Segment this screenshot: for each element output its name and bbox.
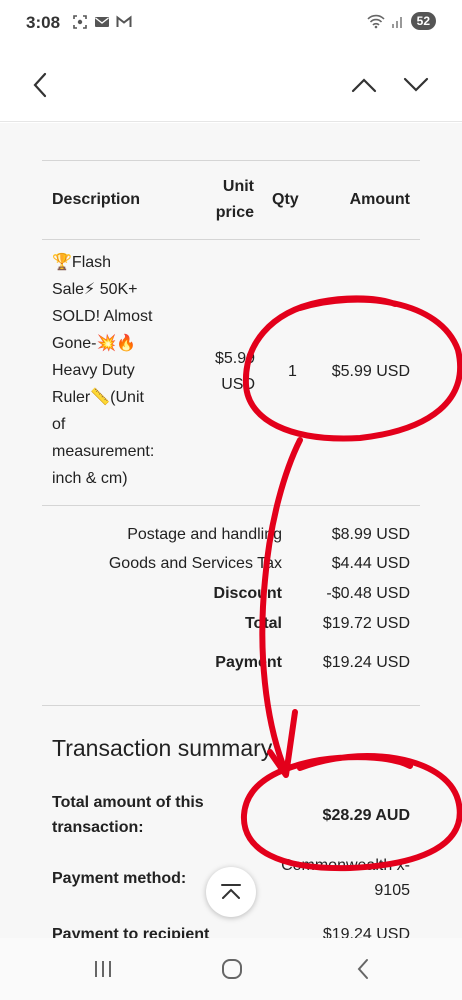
item-description-line: 🏆Flash [52,254,112,271]
payment-recipient-value: $19.24 USD [322,926,410,938]
status-right: 52 [367,12,436,30]
scroll-to-top-button[interactable] [206,867,256,917]
signal-icon [391,17,402,28]
divider [42,160,420,161]
discount-value: -$0.48 USD [326,585,410,602]
mail-icon [95,17,109,27]
recents-button[interactable] [83,952,123,986]
total-amount-value: $28.29 AUD [322,807,410,824]
payment-method-value-line2: 9105 [374,882,410,899]
payment-value: $19.24 USD [322,654,410,671]
status-bar: 3:08 52 [0,0,462,48]
home-button[interactable] [212,952,252,986]
chevron-down-icon [403,77,429,92]
item-description-line: Sale⚡ 50K+ [52,281,138,298]
notification-icons [72,14,132,30]
header-unit-price-line2: price [215,204,254,221]
back-icon [357,959,368,979]
item-description-line: inch & cm) [52,470,128,487]
header-qty: Qty [272,191,299,208]
item-unit-price-line1: $5.99 [214,350,255,367]
chevron-left-icon [33,72,47,98]
item-description-line: Gone-💥🔥 [52,335,137,352]
recents-icon [95,961,111,977]
gmail-icon [116,15,132,27]
home-icon [222,959,242,979]
payment-method-value-line1: Commonwealth x- [281,857,410,874]
chevron-up-icon [351,78,377,93]
payment-method-label: Payment method: [52,870,187,887]
screenshot-icon [73,15,87,29]
divider [42,239,420,240]
divider [42,505,420,506]
item-description-line: measurement: [52,443,155,460]
app-header [0,48,462,122]
item-description-line: of [52,416,66,433]
gst-label: Goods and Services Tax [108,555,282,572]
previous-button[interactable] [344,65,384,105]
item-unit-price-line2: USD [221,376,255,393]
total-amount-label-line2: transaction: [52,819,144,836]
payment-recipient-label: Payment to recipient [52,926,210,938]
gst-value: $4.44 USD [331,555,410,572]
item-description-line: SOLD! Almost [52,308,153,325]
next-button[interactable] [396,65,436,105]
item-amount: $5.99 USD [331,363,410,380]
back-button[interactable] [20,65,60,105]
battery-indicator: 52 [410,12,436,30]
header-description: Description [52,191,141,208]
system-nav-bar [0,938,462,1000]
receipt-content: Description Unit price Qty Amount 🏆Flash… [0,123,462,938]
wifi-icon [367,14,385,29]
item-description-line: Ruler📏(Unit [52,389,144,406]
scroll-to-top-icon [221,884,241,899]
nav-back-button[interactable] [343,952,383,986]
total-amount-label-line1: Total amount of this [52,794,204,811]
item-description: 🏆Flash Sale⚡ 50K+ SOLD! Almost Gone-💥🔥 H… [52,249,202,492]
transaction-summary-title: Transaction summary [52,735,273,761]
total-label: Total [244,615,282,632]
item-description-line: Heavy Duty [52,362,135,379]
header-amount: Amount [349,191,410,208]
item-qty: 1 [288,363,297,380]
postage-value: $8.99 USD [331,526,410,543]
status-time: 3:08 [26,13,61,32]
header-unit-price-line1: Unit [222,178,254,195]
total-value: $19.72 USD [322,615,410,632]
postage-label: Postage and handling [127,526,282,543]
discount-label: Discount [213,585,282,602]
payment-label: Payment [215,654,282,671]
divider [42,705,420,706]
